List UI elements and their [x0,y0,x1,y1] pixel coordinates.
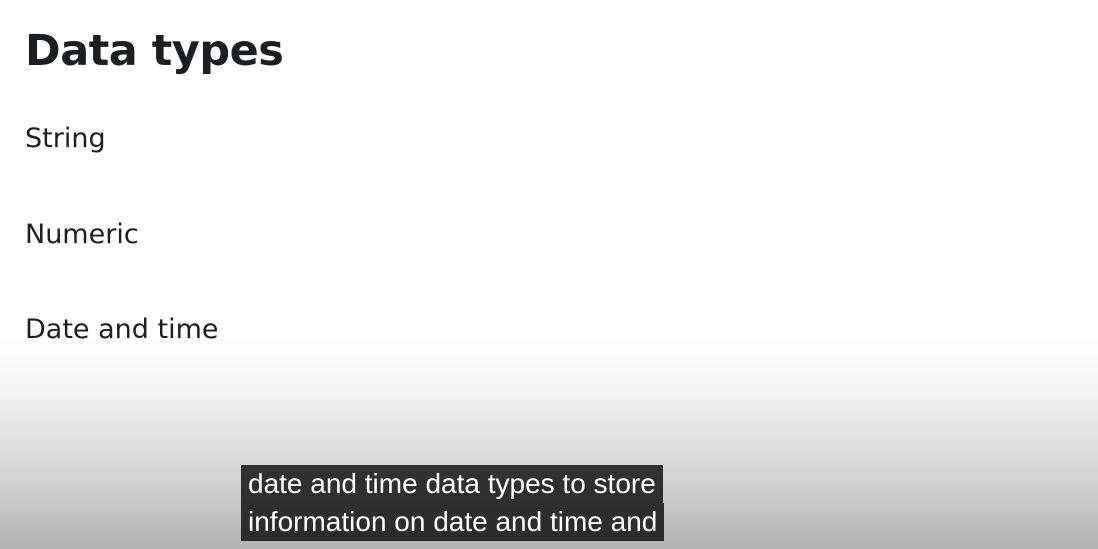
caption-line: information on date and time and [241,503,665,541]
video-frame[interactable]: Data types String Numeric Date and time … [0,0,1098,549]
slide-title: Data types [25,26,284,76]
caption-window: date and time data types to store inform… [241,465,721,541]
data-type-date-and-time: Date and time [25,314,219,345]
data-type-numeric: Numeric [25,219,139,250]
data-type-string: String [25,123,106,154]
caption-line: date and time data types to store [241,465,663,503]
